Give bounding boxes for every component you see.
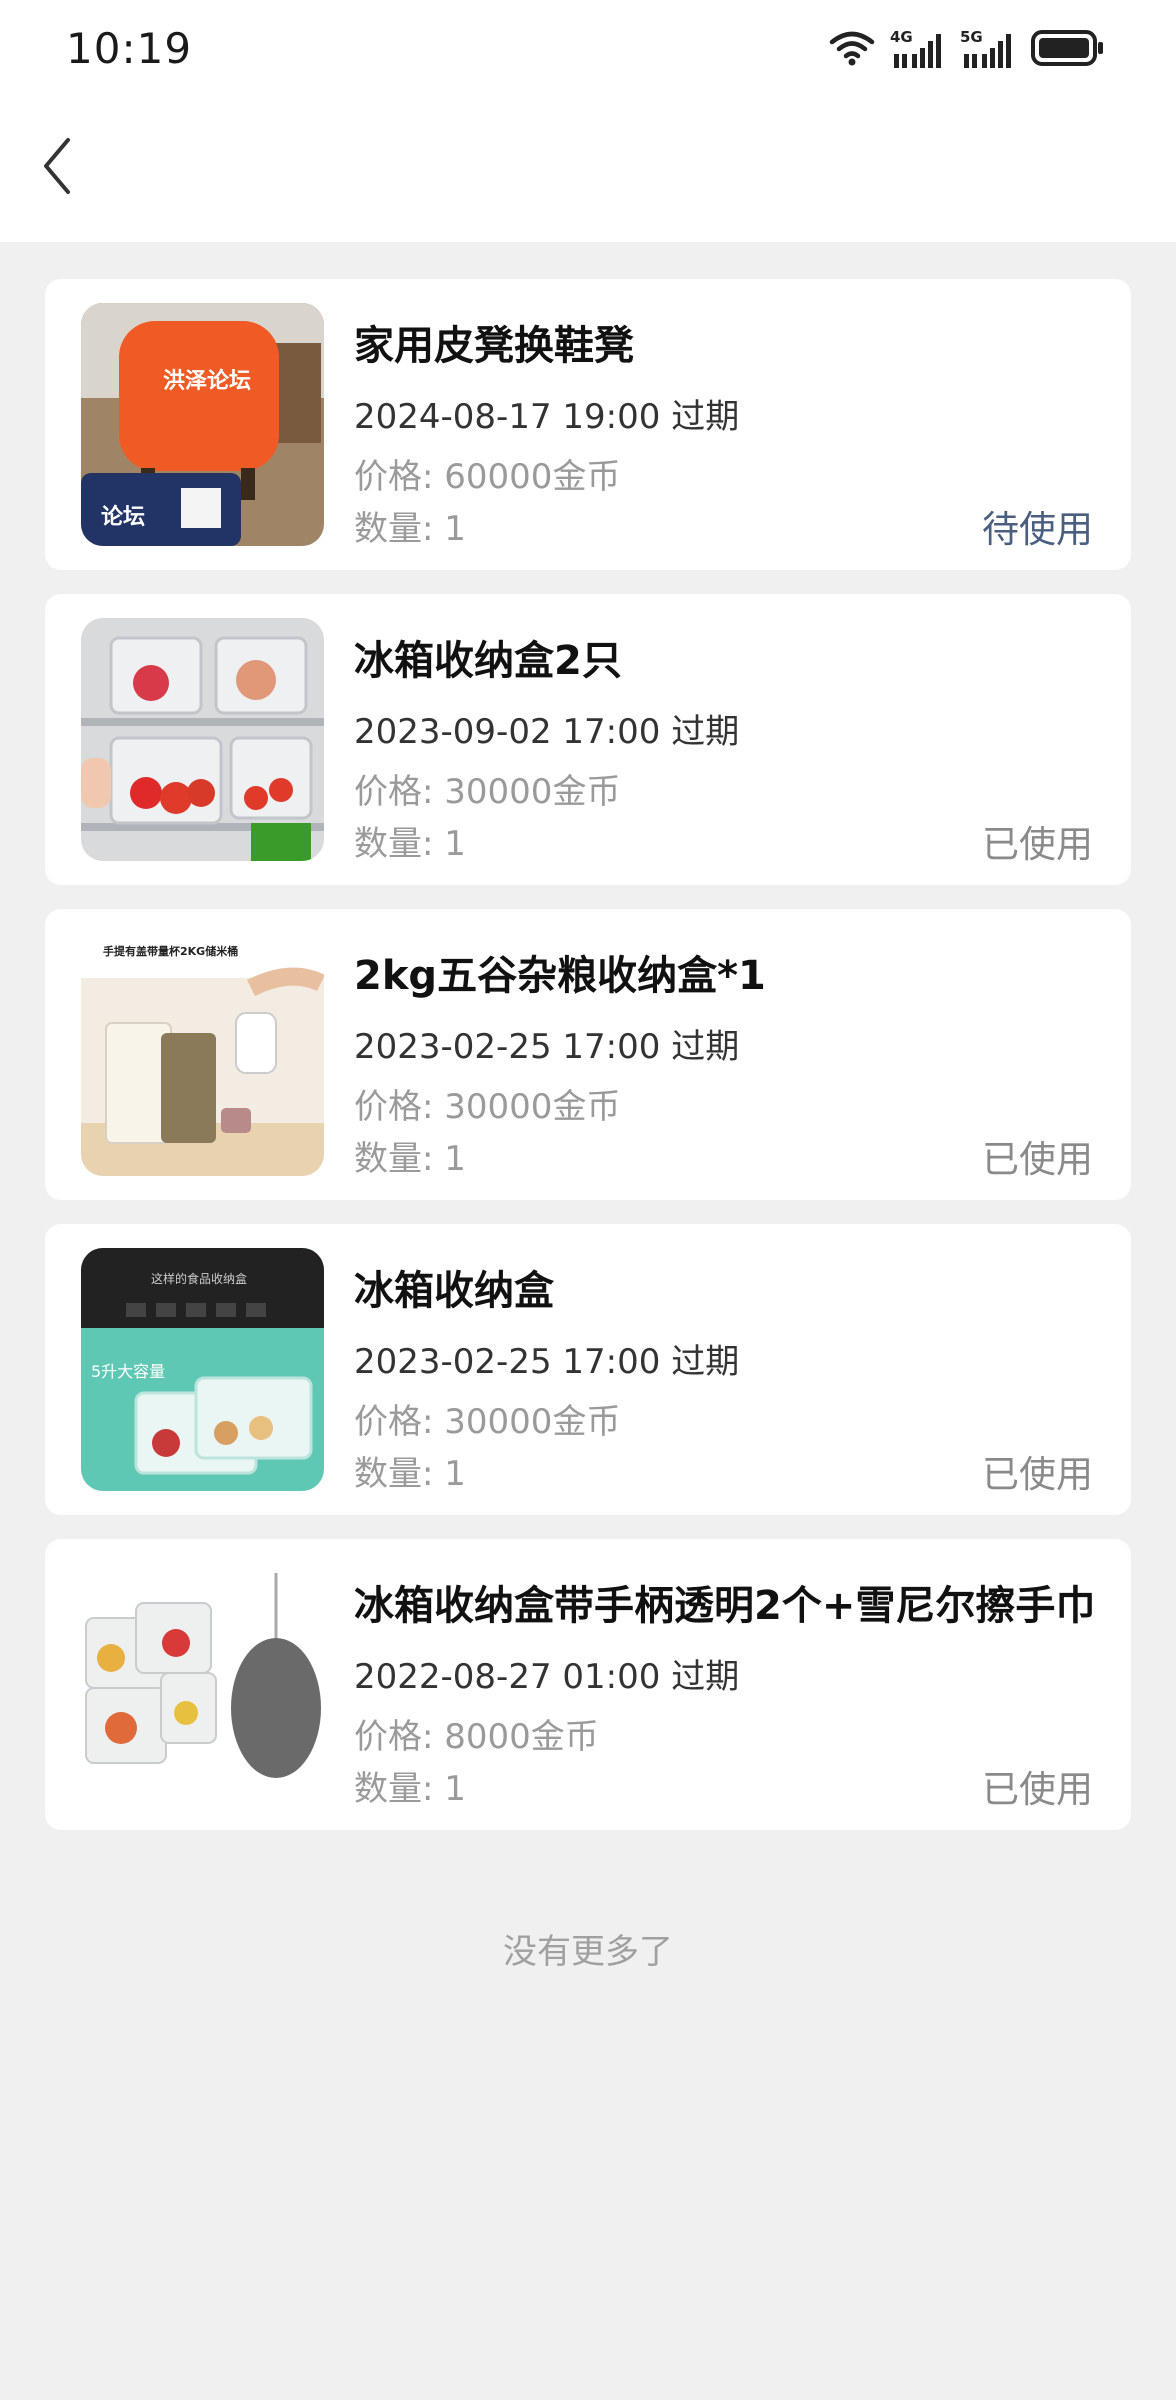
product-image: 这样的食品收纳盒 5升大容量 bbox=[81, 1248, 324, 1491]
list-item[interactable]: 洪泽论坛 论坛 家用皮凳换鞋凳 2024-08-17 19:00 过期 价格: … bbox=[45, 279, 1131, 570]
quantity-label: 数量: bbox=[354, 1769, 434, 1809]
image-caption: 论坛 bbox=[101, 505, 146, 530]
price-label: 价格: bbox=[354, 1087, 434, 1127]
wifi-icon bbox=[828, 28, 876, 72]
image-caption: 洪泽论坛 bbox=[163, 369, 252, 394]
item-title: 冰箱收纳盒2只 bbox=[354, 638, 622, 684]
item-expiry: 2023-02-25 17:00 过期 bbox=[354, 1027, 740, 1067]
quantity-label: 数量: bbox=[354, 1139, 434, 1179]
item-expiry: 2023-02-25 17:00 过期 bbox=[354, 1342, 740, 1382]
item-price: 价格: 30000金币 bbox=[354, 1079, 620, 1128]
list-item[interactable]: 冰箱收纳盒带手柄透明2个+雪尼尔擦手巾 2022-08-27 01:00 过期 … bbox=[45, 1539, 1131, 1830]
item-title: 2kg五谷杂粮收纳盒*1 bbox=[354, 953, 766, 999]
back-button[interactable] bbox=[20, 130, 96, 206]
price-value: 30000金币 bbox=[444, 1402, 621, 1442]
item-expiry: 2023-09-02 17:00 过期 bbox=[354, 712, 740, 752]
price-label: 价格: bbox=[354, 1402, 434, 1442]
signal-4g-icon: 4G bbox=[890, 28, 946, 72]
product-image bbox=[81, 618, 324, 861]
list-item[interactable]: 手提有盖带量杯2KG储米桶 2kg五谷杂粮收纳盒*1 2023-02-25 17… bbox=[45, 909, 1131, 1200]
status-badge: 已使用 bbox=[982, 1768, 1093, 1811]
status-badge: 已使用 bbox=[982, 1138, 1093, 1181]
chevron-left-icon bbox=[38, 136, 78, 200]
item-price: 价格: 30000金币 bbox=[354, 1394, 620, 1443]
list-item[interactable]: 这样的食品收纳盒 5升大容量 冰箱收纳盒 2023-02-25 17:00 过期… bbox=[45, 1224, 1131, 1515]
nav-bar bbox=[0, 96, 1176, 242]
quantity-value: 1 bbox=[444, 1769, 466, 1809]
product-image: 洪泽论坛 论坛 bbox=[81, 303, 324, 546]
item-title: 冰箱收纳盒带手柄透明2个+雪尼尔擦手巾 bbox=[354, 1583, 1096, 1629]
list-item[interactable]: 冰箱收纳盒2只 2023-09-02 17:00 过期 价格: 30000金币 … bbox=[45, 594, 1131, 885]
quantity-value: 1 bbox=[444, 824, 466, 864]
image-caption: 5升大容量 bbox=[91, 1362, 166, 1381]
signal-5g-icon: 5G bbox=[960, 28, 1016, 72]
item-title: 冰箱收纳盒 bbox=[354, 1268, 554, 1314]
quantity-label: 数量: bbox=[354, 1454, 434, 1494]
item-title: 家用皮凳换鞋凳 bbox=[354, 323, 634, 369]
status-time: 10:19 bbox=[66, 24, 193, 73]
item-quantity: 数量: 1 bbox=[354, 816, 466, 865]
price-label: 价格: bbox=[354, 772, 434, 812]
price-value: 30000金币 bbox=[444, 772, 621, 812]
battery-icon bbox=[1030, 28, 1106, 72]
item-quantity: 数量: 1 bbox=[354, 1761, 466, 1810]
status-icons: 4G 5G bbox=[828, 26, 1106, 74]
quantity-label: 数量: bbox=[354, 824, 434, 864]
image-caption: 手提有盖带量杯2KG储米桶 bbox=[103, 945, 239, 958]
item-price: 价格: 30000金币 bbox=[354, 764, 620, 813]
item-quantity: 数量: 1 bbox=[354, 1131, 466, 1180]
no-more-text: 没有更多了 bbox=[503, 1932, 673, 1972]
item-expiry: 2024-08-17 19:00 过期 bbox=[354, 397, 740, 437]
exchange-record-list: 洪泽论坛 论坛 家用皮凳换鞋凳 2024-08-17 19:00 过期 价格: … bbox=[45, 279, 1131, 1854]
quantity-value: 1 bbox=[444, 1454, 466, 1494]
item-expiry: 2022-08-27 01:00 过期 bbox=[354, 1657, 740, 1697]
price-label: 价格: bbox=[354, 1717, 434, 1757]
price-value: 8000金币 bbox=[444, 1717, 599, 1757]
item-price: 价格: 8000金币 bbox=[354, 1709, 599, 1758]
status-badge: 已使用 bbox=[982, 1453, 1093, 1496]
quantity-value: 1 bbox=[444, 1139, 466, 1179]
price-label: 价格: bbox=[354, 457, 434, 497]
price-value: 30000金币 bbox=[444, 1087, 621, 1127]
image-caption: 这样的食品收纳盒 bbox=[151, 1272, 248, 1286]
status-bar: 10:19 4G 5G bbox=[0, 0, 1176, 96]
status-badge: 已使用 bbox=[982, 823, 1093, 866]
item-quantity: 数量: 1 bbox=[354, 1446, 466, 1495]
item-quantity: 数量: 1 bbox=[354, 501, 466, 550]
product-image: 手提有盖带量杯2KG储米桶 bbox=[81, 933, 324, 1176]
product-image bbox=[81, 1563, 324, 1806]
status-badge: 待使用 bbox=[982, 508, 1093, 551]
item-price: 价格: 60000金币 bbox=[354, 449, 620, 498]
price-value: 60000金币 bbox=[444, 457, 621, 497]
quantity-value: 1 bbox=[444, 509, 466, 549]
quantity-label: 数量: bbox=[354, 509, 434, 549]
